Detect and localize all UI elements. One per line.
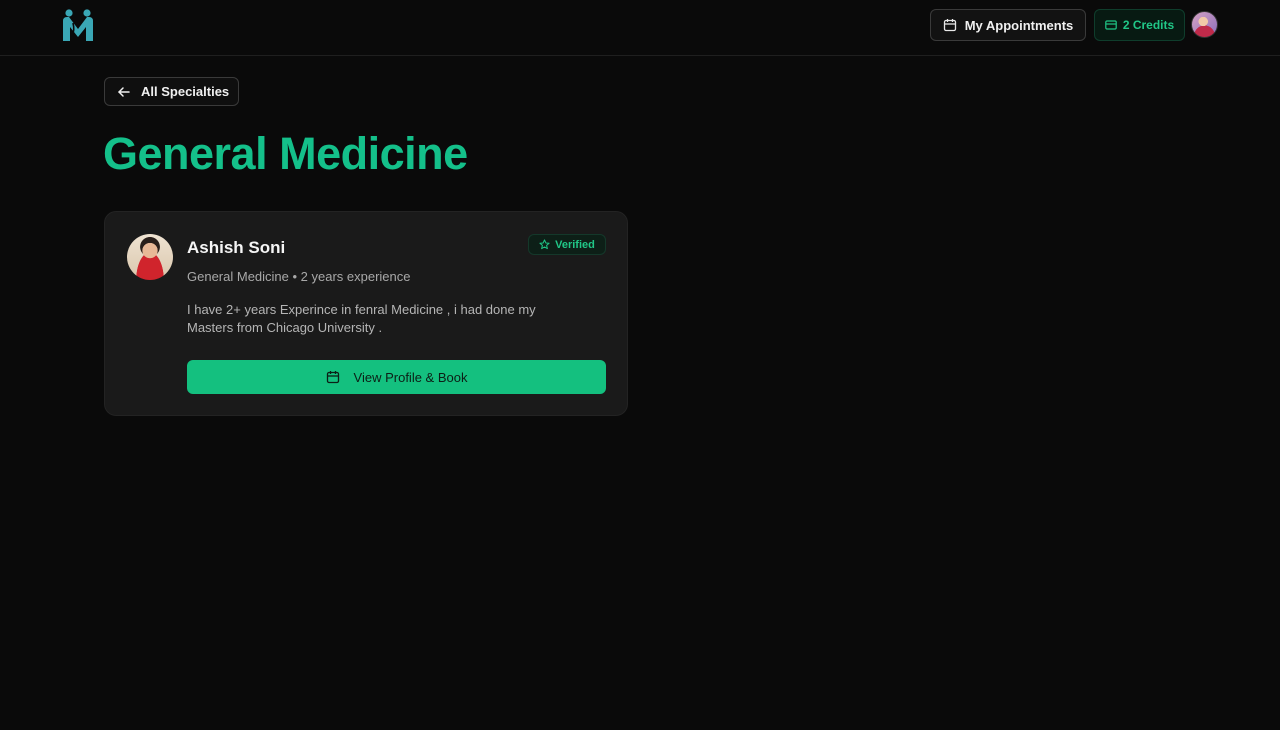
- calendar-icon: [326, 370, 340, 384]
- doctor-card: Ashish Soni Verified General Medicine • …: [104, 211, 628, 416]
- doctor-bio-line: I have 2+ years Experince in fenral Medi…: [187, 302, 536, 317]
- view-profile-book-label: View Profile & Book: [353, 369, 468, 385]
- doctor-bio: I have 2+ years Experince in fenral Medi…: [187, 301, 587, 337]
- my-appointments-button[interactable]: My Appointments: [930, 9, 1086, 41]
- page-title: General Medicine: [103, 128, 468, 179]
- verified-label: Verified: [555, 238, 595, 251]
- credits-label: 2 Credits: [1122, 18, 1175, 32]
- doctor-bio-line: Masters from Chicago University .: [187, 320, 383, 335]
- arrow-left-icon: [117, 85, 131, 99]
- doctor-avatar: [127, 234, 173, 280]
- back-label: All Specialties: [141, 84, 230, 99]
- doctor-name: Ashish Soni: [187, 238, 286, 257]
- verified-badge: Verified: [528, 234, 606, 255]
- credit-card-icon: [1105, 20, 1117, 30]
- top-header: My Appointments 2 Credits: [0, 0, 1280, 56]
- back-to-specialties-button[interactable]: All Specialties: [104, 77, 239, 106]
- view-profile-book-button[interactable]: View Profile & Book: [187, 360, 606, 394]
- my-appointments-label: My Appointments: [964, 17, 1074, 33]
- medical-m-logo[interactable]: [60, 7, 96, 43]
- doctor-meta: General Medicine • 2 years experience: [187, 269, 411, 284]
- credits-button[interactable]: 2 Credits: [1094, 9, 1185, 41]
- star-icon: [539, 239, 550, 250]
- calendar-icon: [943, 18, 957, 32]
- user-avatar[interactable]: [1191, 11, 1218, 38]
